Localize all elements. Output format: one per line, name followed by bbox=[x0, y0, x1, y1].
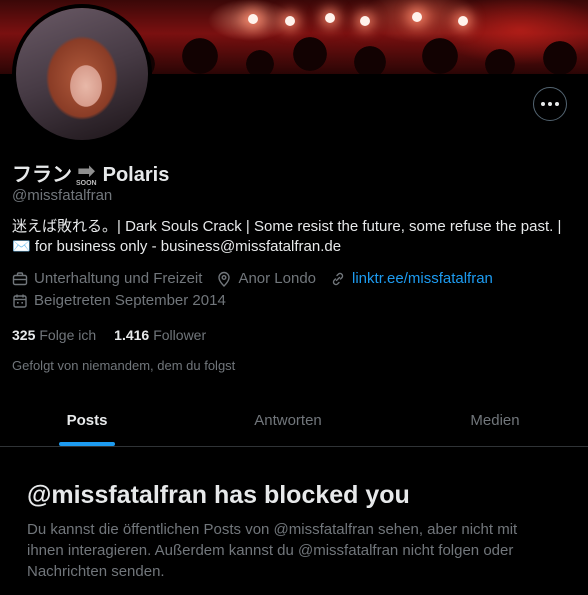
tab-posts[interactable]: Posts bbox=[0, 395, 174, 446]
stage-light bbox=[248, 14, 258, 24]
profile-bio: 迷えば敗れる。| Dark Souls Crack | Some resist … bbox=[12, 217, 578, 257]
follow-stats: 325 Folge ich 1.416 Follower bbox=[12, 327, 224, 343]
display-name-right: Polaris bbox=[102, 164, 170, 186]
tab-media[interactable]: Medien bbox=[402, 395, 588, 446]
bio-line-1: 迷えば敗れる。| Dark Souls Crack | Some resist … bbox=[12, 218, 562, 235]
following-count: 325 bbox=[12, 327, 36, 343]
profile-tabs: Posts Antworten Medien bbox=[0, 395, 588, 447]
stage-light bbox=[325, 13, 335, 23]
stage-light bbox=[360, 16, 370, 26]
location-pin-icon bbox=[218, 271, 231, 287]
active-tab-indicator bbox=[59, 442, 115, 446]
blocked-title: @missfatalfran has blocked you bbox=[27, 481, 410, 509]
link-icon bbox=[332, 272, 344, 285]
profile-avatar[interactable] bbox=[12, 4, 152, 144]
soon-arrow-emoji: ➡ SOON bbox=[76, 158, 97, 188]
location-item: Anor Londo bbox=[216, 270, 316, 287]
display-name: フラン ➡ SOON Polaris bbox=[12, 158, 170, 188]
more-options-button[interactable] bbox=[533, 87, 567, 121]
followers-link[interactable]: 1.416 Follower bbox=[114, 327, 206, 343]
followers-label: Follower bbox=[153, 327, 207, 343]
website-link[interactable]: linktr.ee/missfatalfran bbox=[352, 270, 493, 287]
envelope-icon: ✉️ bbox=[12, 238, 31, 255]
user-handle: @missfatalfran bbox=[12, 187, 113, 204]
stage-light bbox=[285, 16, 295, 26]
tab-replies[interactable]: Antworten bbox=[174, 395, 402, 446]
followed-by-text: Gefolgt von niemandem, dem du folgst bbox=[12, 358, 236, 373]
blocked-message: Du kannst die öffentlichen Posts von @mi… bbox=[27, 521, 518, 580]
followers-count: 1.416 bbox=[114, 327, 150, 343]
profile-meta: Unterhaltung und Freizeit Anor Londo lin… bbox=[12, 270, 507, 287]
following-label: Folge ich bbox=[39, 327, 97, 343]
following-link[interactable]: 325 Folge ich bbox=[12, 327, 96, 343]
website-item[interactable]: linktr.ee/missfatalfran bbox=[330, 270, 493, 287]
display-name-left: フラン bbox=[12, 164, 72, 186]
joined-row: Beigetreten September 2014 bbox=[12, 292, 240, 309]
category-item: Unterhaltung und Freizeit bbox=[12, 270, 202, 287]
stage-light bbox=[458, 16, 468, 26]
bio-line-2: ✉️ for business only - business@missfata… bbox=[12, 238, 342, 255]
right-arrow-icon: ➡ bbox=[77, 158, 96, 183]
more-horizontal-icon bbox=[541, 102, 545, 106]
calendar-icon bbox=[13, 294, 27, 308]
briefcase-icon bbox=[12, 271, 28, 285]
stage-light bbox=[412, 12, 422, 22]
joined-item: Beigetreten September 2014 bbox=[12, 292, 226, 309]
